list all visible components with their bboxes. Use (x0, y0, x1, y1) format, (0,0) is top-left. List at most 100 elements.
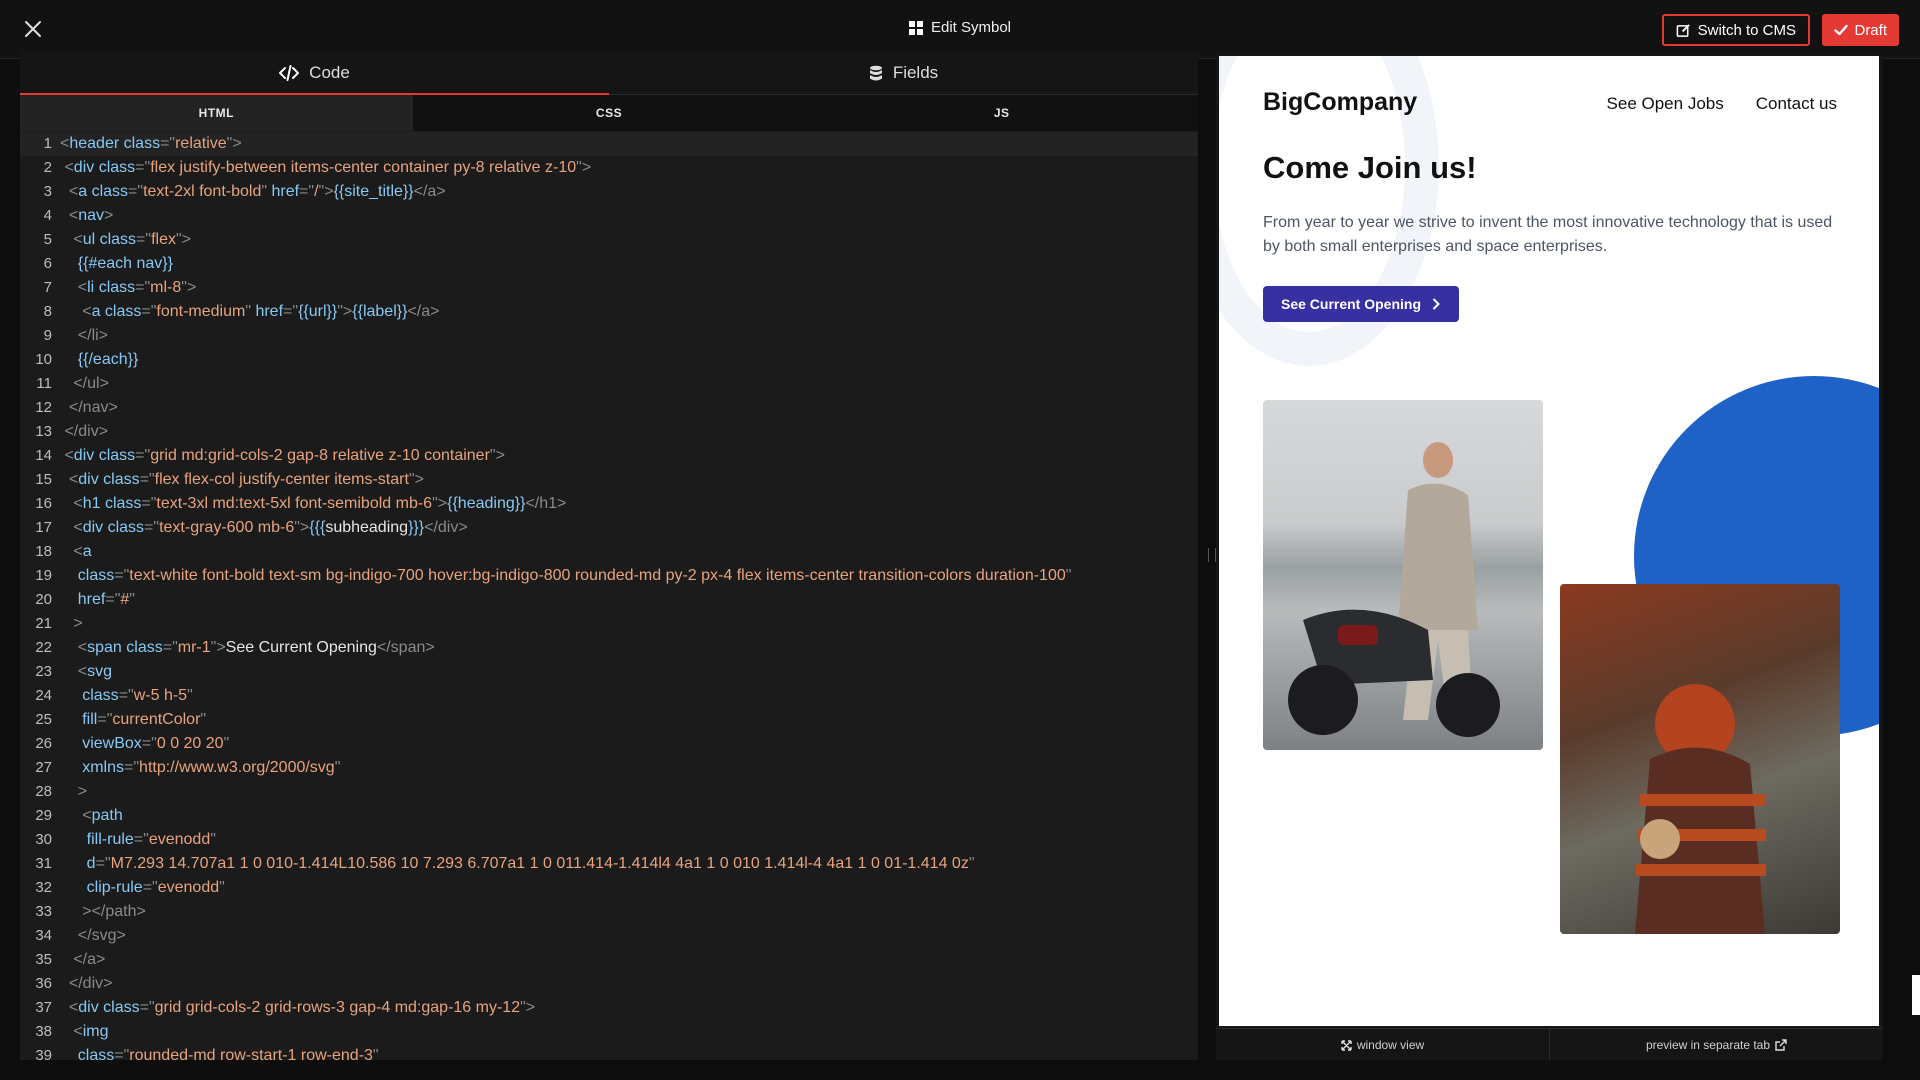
line-number: 38 (35, 1023, 52, 1040)
code-text: </div> (60, 420, 108, 444)
code-token: text-white font-bold text-sm bg-indigo-7… (129, 567, 1066, 584)
tab-fields[interactable]: Fields (609, 52, 1198, 94)
code-token: img (82, 1023, 109, 1040)
code-token: </li> (60, 327, 109, 344)
code-line[interactable]: 1 <header class="relative"> (20, 132, 1198, 156)
hero-heading: Come Join us! (1263, 150, 1477, 185)
site-title[interactable]: BigCompany (1263, 88, 1417, 117)
code-token: </div> (424, 519, 468, 536)
code-icon (279, 65, 300, 81)
code-line[interactable]: 16 <h1 class="text-3xl md:text-5xl font-… (20, 492, 1198, 516)
line-number: 7 (43, 279, 52, 296)
tab-js[interactable]: JS (805, 95, 1198, 131)
code-area[interactable]: 1 <header class="relative"> 2 <div class="… (20, 132, 1198, 1060)
code-token: </h1> (525, 495, 567, 512)
code-line[interactable]: 26 viewBox="0 0 20 20" (20, 732, 1198, 756)
code-token: class (123, 135, 161, 152)
code-token: d (60, 855, 96, 872)
code-line[interactable]: 39 class="rounded-md row-start-1 row-end… (20, 1044, 1198, 1060)
code-line[interactable]: 6 {{#each nav}} (20, 252, 1198, 276)
code-line[interactable]: 18 <a (20, 540, 1198, 564)
code-token: =" (135, 447, 151, 464)
line-number: 4 (43, 207, 52, 224)
code-line[interactable]: 9 </li> (20, 324, 1198, 348)
code-line[interactable]: 4 <nav> (20, 204, 1198, 228)
code-line[interactable]: 31 d="M7.293 14.707a1 1 0 010-1.414L10.5… (20, 852, 1198, 876)
code-line[interactable]: 13 </div> (20, 420, 1198, 444)
code-line[interactable]: 24 class="w-5 h-5" (20, 684, 1198, 708)
nav-contact-us[interactable]: Contact us (1756, 94, 1837, 114)
draft-button[interactable]: Draft (1822, 14, 1899, 46)
see-current-opening-button[interactable]: See Current Opening (1263, 286, 1459, 322)
code-line[interactable]: 14 <div class="grid md:grid-cols-2 gap-8… (20, 444, 1198, 468)
panel-resize-handle[interactable] (1208, 548, 1216, 562)
code-line[interactable]: 8 <a class="font-medium" href="{{url}}">… (20, 300, 1198, 324)
code-token: class (104, 495, 142, 512)
code-line[interactable]: 32 clip-rule="evenodd" (20, 876, 1198, 900)
code-token: class (60, 1047, 115, 1060)
code-token: class (98, 159, 136, 176)
code-line[interactable]: 11 </ul> (20, 372, 1198, 396)
code-line[interactable]: 5 <ul class="flex"> (20, 228, 1198, 252)
code-token: class (103, 471, 140, 488)
code-line[interactable]: 27 xmlns="http://www.w3.org/2000/svg" (20, 756, 1198, 780)
code-token: =" (114, 567, 130, 584)
code-line[interactable]: 37 <div class="grid grid-cols-2 grid-row… (20, 996, 1198, 1020)
code-token: {{#each nav}} (60, 255, 173, 272)
code-line[interactable]: 10 {{/each}} (20, 348, 1198, 372)
code-line[interactable]: 20 href="#" (20, 588, 1198, 612)
line-number: 29 (35, 807, 52, 824)
code-line[interactable]: 35 </a> (20, 948, 1198, 972)
code-line[interactable]: 19 class="text-white font-bold text-sm b… (20, 564, 1198, 588)
line-number: 15 (35, 471, 52, 488)
code-token: text-3xl md:text-5xl font-semibold mb-6 (156, 495, 433, 512)
code-line[interactable]: 30 fill-rule="evenodd" (20, 828, 1198, 852)
code-token: =" (114, 1047, 130, 1060)
code-text: </nav> (60, 396, 118, 420)
code-text: > (60, 612, 82, 636)
code-line[interactable]: 3 <a class="text-2xl font-bold" href="/"… (20, 180, 1198, 204)
code-line[interactable]: 7 <li class="ml-8"> (20, 276, 1198, 300)
code-token: < (60, 543, 83, 560)
code-token: =" (162, 639, 178, 656)
code-line[interactable]: 23 <svg (20, 660, 1198, 684)
nav-see-open-jobs[interactable]: See Open Jobs (1607, 94, 1724, 114)
code-line[interactable]: 36 </div> (20, 972, 1198, 996)
code-token: " (1065, 567, 1072, 584)
code-token: text-2xl font-bold (143, 183, 262, 200)
code-token: < (60, 159, 74, 176)
expand-icon (1341, 1039, 1352, 1051)
code-line[interactable]: 25 fill="currentColor" (20, 708, 1198, 732)
code-line[interactable]: 15 <div class="flex flex-col justify-cen… (20, 468, 1198, 492)
tab-html[interactable]: HTML (20, 95, 413, 131)
code-line[interactable]: 29 <path (20, 804, 1198, 828)
code-token: {{url}} (298, 303, 338, 320)
window-view-button[interactable]: window view (1216, 1029, 1549, 1061)
code-line[interactable]: 38 <img (20, 1020, 1198, 1044)
preview-frame[interactable]: BigCompany See Open Jobs Contact us Come… (1219, 56, 1879, 1026)
code-line[interactable]: 28 > (20, 780, 1198, 804)
code-token: =" (124, 759, 140, 776)
tab-css[interactable]: CSS (413, 95, 806, 131)
switch-to-cms-button[interactable]: Switch to CMS (1661, 14, 1810, 46)
code-token: href (60, 591, 106, 608)
code-token: ul (82, 231, 100, 248)
tab-code[interactable]: Code (20, 52, 609, 95)
code-line[interactable]: 22 <span class="mr-1">See Current Openin… (20, 636, 1198, 660)
page-scrollbar-thumb[interactable] (1912, 975, 1920, 1015)
code-line[interactable]: 33 ></path> (20, 900, 1198, 924)
line-number: 13 (35, 423, 52, 440)
code-token: < (60, 279, 88, 296)
code-line[interactable]: 2 <div class="flex justify-between items… (20, 156, 1198, 180)
code-token: {{/each}} (60, 351, 139, 368)
code-text: xmlns="http://www.w3.org/2000/svg" (60, 756, 340, 780)
code-text: class="w-5 h-5" (60, 684, 193, 708)
code-line[interactable]: 34 </svg> (20, 924, 1198, 948)
code-token: svg (87, 663, 113, 680)
code-line[interactable]: 17 <div class="text-gray-600 mb-6">{{{su… (20, 516, 1198, 540)
code-line[interactable]: 21 > (20, 612, 1198, 636)
preview-separate-tab-button[interactable]: preview in separate tab (1549, 1029, 1883, 1061)
code-token: currentColor (112, 711, 201, 728)
code-text: class="text-white font-bold text-sm bg-i… (60, 564, 1072, 588)
code-line[interactable]: 12 </nav> (20, 396, 1198, 420)
